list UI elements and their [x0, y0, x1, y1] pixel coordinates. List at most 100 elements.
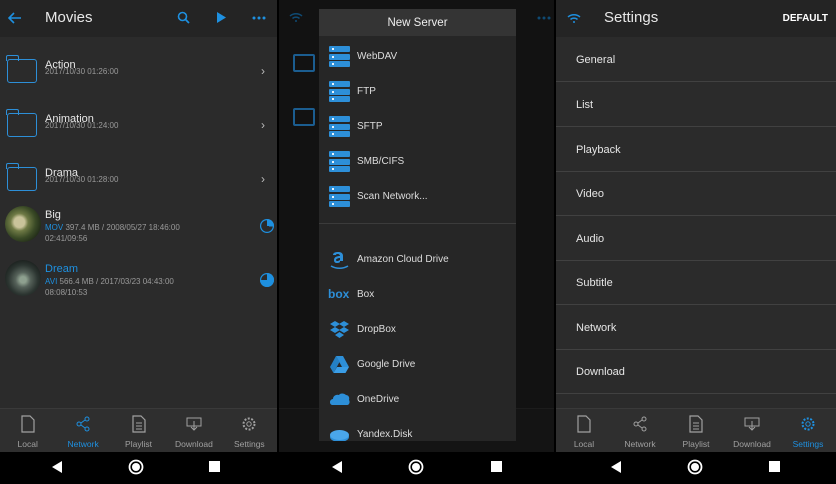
cloud-option-onedrive[interactable]: OneDrive — [319, 382, 516, 417]
system-nav-bar — [0, 452, 836, 484]
cloud-option-dropbox[interactable]: DropBox — [319, 312, 516, 347]
new-server-dialog: New Server WebDAV FTP SFTP SMB/CIFS Scan… — [319, 9, 516, 441]
bottom-nav: Local Network Playlist Download Settings — [556, 408, 836, 452]
play-icon[interactable] — [216, 11, 227, 24]
recents-icon[interactable] — [209, 461, 220, 472]
settings-app-bar: Settings DEFAULT — [556, 0, 836, 37]
file-icon — [577, 415, 591, 433]
tab-download[interactable]: Download — [166, 409, 221, 452]
video-item-big[interactable]: Big MOV 397.4 MB / 2008/05/27 18:46:00 0… — [0, 200, 277, 254]
more-icon[interactable] — [252, 16, 266, 20]
gear-icon — [242, 417, 256, 431]
tab-playlist[interactable]: Playlist — [111, 409, 166, 452]
tab-settings[interactable]: Settings — [222, 409, 277, 452]
settings-screen: Settings DEFAULT General List Playback V… — [556, 0, 836, 452]
search-icon[interactable] — [177, 11, 190, 24]
format-badge: AVI — [45, 277, 58, 286]
folder-icon — [6, 109, 37, 137]
gear-icon — [801, 417, 815, 431]
folder-item-action[interactable]: Action 2017/10/30 01:26:00 › — [0, 44, 277, 98]
progress-pie-icon — [260, 273, 274, 287]
settings-item-download[interactable]: Download — [556, 350, 836, 394]
divider — [319, 223, 516, 224]
settings-item-network[interactable]: Network — [556, 306, 836, 350]
movies-screen: Movies Action 2017/10/30 01:26:00 › Anim… — [0, 0, 277, 452]
tab-playlist[interactable]: Playlist — [668, 409, 724, 452]
server-option-sftp[interactable]: SFTP — [319, 109, 516, 144]
settings-item-playback[interactable]: Playback — [556, 128, 836, 172]
progress-pie-icon — [260, 219, 274, 233]
settings-item-list[interactable]: List — [556, 83, 836, 127]
share-icon — [633, 416, 647, 432]
settings-item-general[interactable]: General — [556, 38, 836, 82]
page-title: Settings — [604, 9, 659, 26]
tab-network[interactable]: Network — [612, 409, 668, 452]
item-name: Big — [45, 209, 61, 221]
recents-icon[interactable] — [491, 461, 502, 472]
download-icon — [186, 417, 202, 431]
recents-icon[interactable] — [769, 461, 780, 472]
item-name: Dream — [45, 263, 79, 275]
tab-download[interactable]: Download — [724, 409, 780, 452]
file-icon — [21, 415, 35, 433]
back-icon[interactable] — [51, 460, 63, 474]
cloud-option-yandex[interactable]: Yandex.Disk — [319, 417, 516, 441]
server-icon — [329, 151, 350, 172]
item-date: 2017/10/30 01:26:00 — [45, 67, 119, 76]
back-icon[interactable] — [610, 460, 622, 474]
yandex-disk-icon — [330, 430, 349, 441]
amazon-icon — [330, 252, 349, 270]
item-info: MOV 397.4 MB / 2008/05/27 18:46:00 — [45, 223, 180, 232]
home-icon[interactable] — [128, 459, 144, 475]
default-button[interactable]: DEFAULT — [783, 13, 828, 24]
tab-settings[interactable]: Settings — [780, 409, 836, 452]
download-icon — [744, 417, 760, 431]
video-item-dream[interactable]: Dream AVI 566.4 MB / 2017/03/23 04:43:00… — [0, 254, 277, 308]
box-icon: box — [328, 287, 350, 301]
server-option-smb[interactable]: SMB/CIFS — [319, 144, 516, 179]
home-icon[interactable] — [687, 459, 703, 475]
playback-progress: 02:41/09:56 — [45, 234, 88, 243]
google-drive-icon — [330, 356, 349, 373]
server-icon — [329, 46, 350, 67]
wifi-icon — [289, 12, 303, 22]
folder-icon — [6, 55, 37, 83]
settings-item-video[interactable]: Video — [556, 172, 836, 216]
item-date: 2017/10/30 01:24:00 — [45, 121, 119, 130]
share-icon — [76, 416, 90, 432]
settings-item-audio[interactable]: Audio — [556, 217, 836, 261]
cloud-option-box[interactable]: box Box — [319, 277, 516, 312]
item-date: 2017/10/30 01:28:00 — [45, 175, 119, 184]
back-arrow-icon[interactable] — [8, 12, 22, 24]
video-thumbnail — [5, 206, 41, 242]
settings-item-subtitle[interactable]: Subtitle — [556, 261, 836, 305]
tab-local[interactable]: Local — [556, 409, 612, 452]
bottom-nav: Local Network Playlist Download Settings — [0, 408, 277, 452]
back-icon[interactable] — [331, 460, 343, 474]
page-title: Movies — [45, 9, 93, 26]
cloud-option-amazon[interactable]: Amazon Cloud Drive — [319, 242, 516, 277]
cloud-option-google-drive[interactable]: Google Drive — [319, 347, 516, 382]
new-server-screen: New Server WebDAV FTP SFTP SMB/CIFS Scan… — [279, 0, 554, 452]
folder-item-drama[interactable]: Drama 2017/10/30 01:28:00 › — [0, 152, 277, 206]
server-icon — [329, 81, 350, 102]
server-icon — [329, 186, 350, 207]
folder-item-animation[interactable]: Animation 2017/10/30 01:24:00 › — [0, 98, 277, 152]
chevron-right-icon: › — [261, 64, 265, 78]
server-option-scan-network[interactable]: Scan Network... — [319, 179, 516, 214]
playlist-icon — [131, 415, 146, 433]
home-icon[interactable] — [408, 459, 424, 475]
playlist-icon — [689, 415, 703, 433]
server-option-ftp[interactable]: FTP — [319, 74, 516, 109]
chevron-right-icon: › — [261, 118, 265, 132]
tab-local[interactable]: Local — [0, 409, 55, 452]
server-option-webdav[interactable]: WebDAV — [319, 39, 516, 74]
item-info: AVI 566.4 MB / 2017/03/23 04:43:00 — [45, 277, 174, 286]
format-badge: MOV — [45, 223, 64, 232]
onedrive-icon — [330, 393, 350, 405]
tab-network[interactable]: Network — [55, 409, 110, 452]
chevron-right-icon: › — [261, 172, 265, 186]
movies-app-bar: Movies — [0, 0, 277, 37]
server-icon — [329, 116, 350, 137]
video-thumbnail — [5, 260, 41, 296]
